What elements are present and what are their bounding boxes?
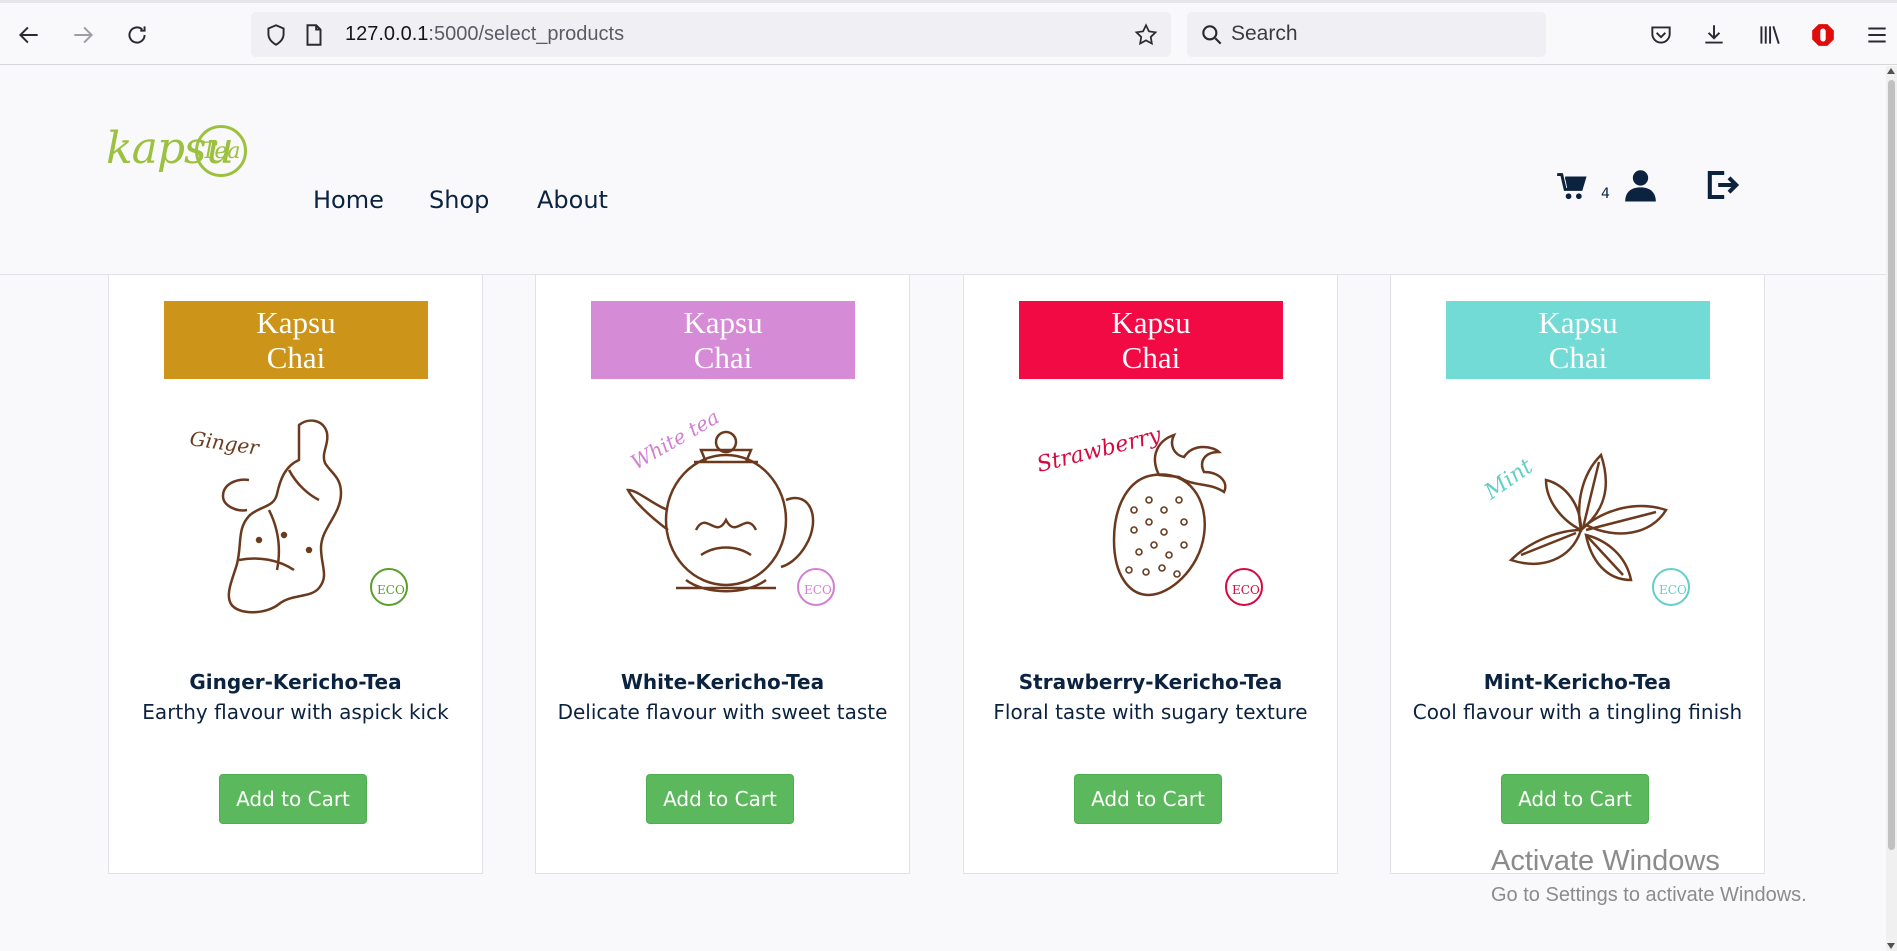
cart-count-badge: 4 [1601,186,1610,202]
product-card: Kapsu Chai Mint ECO Mint-Kericho-Tea Cool… [1390,275,1765,874]
product-name: White-Kericho-Tea [620,670,825,694]
product-description: Delicate flavour with sweet taste [557,700,888,724]
back-arrow-icon[interactable] [12,18,46,52]
menu-hamburger-icon[interactable] [1860,18,1894,52]
scroll-down-arrow-icon[interactable] [1887,943,1895,949]
product-card: Kapsu Chai Strawberry ECO Strawberry-Keri… [963,275,1338,874]
teapot-illustration-icon: White tea ECO [625,405,835,606]
nav-about[interactable]: About [537,186,608,214]
add-to-cart-button[interactable]: Add to Cart [646,774,794,824]
address-bar[interactable]: 127.0.0.1:5000/select_products [251,12,1171,57]
product-banner: Kapsu Chai [164,301,428,379]
product-banner: Kapsu Chai [1019,301,1283,379]
user-account-icon[interactable] [1624,168,1657,202]
shield-icon[interactable] [263,22,289,48]
kapsu-tea-logo[interactable]: kapsu Tea [106,105,251,205]
product-banner: Kapsu Chai [591,301,855,379]
download-icon[interactable] [1697,18,1731,52]
pocket-icon[interactable] [1644,18,1678,52]
ginger-root-illustration-icon: Ginger ECO [188,419,408,614]
svg-text:ECO: ECO [377,583,405,597]
svg-text:ECO: ECO [1232,583,1260,597]
bookmark-star-icon[interactable] [1133,22,1159,48]
scroll-up-arrow-icon[interactable] [1887,68,1895,74]
search-input[interactable] [1231,18,1531,50]
browser-toolbar: 127.0.0.1:5000/select_products [0,0,1897,65]
svg-text:White tea: White tea [627,405,724,475]
site-header [0,66,1886,275]
product-description: Earthy flavour with aspick kick [142,700,449,724]
product-name: Mint-Kericho-Tea [1483,670,1672,694]
add-to-cart-button[interactable]: Add to Cart [1074,774,1222,824]
svg-text:Mint: Mint [1479,454,1537,505]
forward-arrow-icon[interactable] [66,18,100,52]
logout-icon[interactable] [1705,168,1741,202]
cart-icon[interactable] [1556,168,1588,204]
product-card: Kapsu Chai Ginger ECO Ginger-Kericho-Tea … [108,275,483,874]
product-name: Ginger-Kericho-Tea [189,670,402,694]
svg-text:Ginger: Ginger [188,426,262,460]
page-icon[interactable] [301,22,327,48]
nav-shop[interactable]: Shop [429,186,489,214]
svg-text:ECO: ECO [804,583,832,597]
search-icon [1202,25,1222,45]
add-to-cart-button[interactable]: Add to Cart [1501,774,1649,824]
strawberry-illustration-icon: Strawberry ECO [1034,423,1263,606]
svg-text:Strawberry: Strawberry [1034,423,1164,478]
library-icon[interactable] [1752,18,1786,52]
logo-tea-badge: Tea [195,125,247,177]
nav-home[interactable]: Home [313,186,384,214]
svg-text:ECO: ECO [1659,583,1687,597]
adblock-extension-icon[interactable] [1806,18,1840,52]
page-scrollbar[interactable] [1886,66,1897,951]
product-name: Strawberry-Kericho-Tea [1018,670,1283,694]
product-description: Floral taste with sugary texture [993,700,1308,724]
product-banner: Kapsu Chai [1446,301,1710,379]
scroll-thumb[interactable] [1888,80,1895,850]
windows-activation-watermark: Activate Windows Go to Settings to activ… [1491,845,1807,906]
mint-leaves-illustration-icon: Mint ECO [1479,452,1690,606]
search-bar[interactable] [1187,12,1546,57]
product-description: Cool flavour with a tingling finish [1412,700,1743,724]
url-text[interactable]: 127.0.0.1:5000/select_products [345,23,624,46]
product-card: Kapsu Chai White tea ECO White-Kericho-Te… [535,275,910,874]
reload-icon[interactable] [120,18,154,52]
add-to-cart-button[interactable]: Add to Cart [219,774,367,824]
